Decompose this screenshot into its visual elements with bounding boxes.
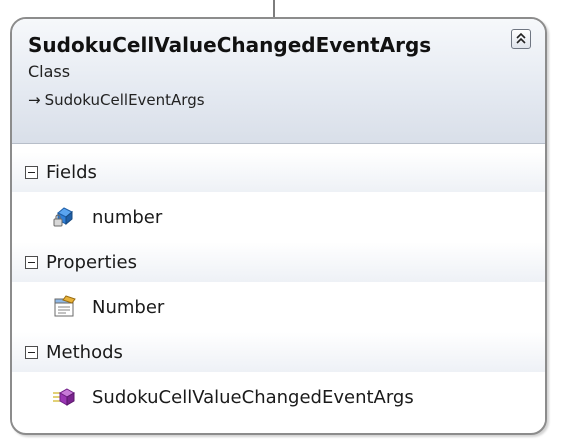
protected-field-icon xyxy=(52,204,78,230)
class-shape[interactable]: SudokuCellValueChangedEventArgs Class → S… xyxy=(10,17,547,435)
section-label-methods: Methods xyxy=(46,341,123,363)
double-chevron-up-icon xyxy=(516,32,526,44)
collapse-button[interactable] xyxy=(511,29,531,49)
collapse-toggle-icon[interactable] xyxy=(25,345,38,359)
member-label-field: number xyxy=(92,206,163,228)
base-type-line: → SudokuCellEventArgs xyxy=(28,89,545,111)
inheritance-arrow-icon: → xyxy=(28,91,41,109)
class-diagram-canvas: SudokuCellValueChangedEventArgs Class → S… xyxy=(0,0,561,447)
member-row-property[interactable]: Number xyxy=(12,282,545,332)
member-row-field[interactable]: number xyxy=(12,192,545,242)
section-label-properties: Properties xyxy=(46,251,137,273)
class-kind: Class xyxy=(28,62,71,81)
class-name: SudokuCellValueChangedEventArgs xyxy=(28,33,432,57)
member-label-method: SudokuCellValueChangedEventArgs xyxy=(92,386,414,408)
section-header-properties[interactable]: Properties xyxy=(12,242,545,282)
section-header-methods[interactable]: Methods xyxy=(12,332,545,372)
section-header-fields[interactable]: Fields xyxy=(12,152,545,192)
collapse-toggle-icon[interactable] xyxy=(25,165,38,179)
section-label-fields: Fields xyxy=(46,161,97,183)
collapse-toggle-icon[interactable] xyxy=(25,255,38,269)
constructor-method-icon xyxy=(52,384,78,410)
class-members: Fields number Properties Number Methods … xyxy=(12,144,545,422)
property-icon xyxy=(52,294,78,320)
member-row-method[interactable]: SudokuCellValueChangedEventArgs xyxy=(12,372,545,422)
base-type-name: SudokuCellEventArgs xyxy=(44,91,205,109)
class-header[interactable]: SudokuCellValueChangedEventArgs Class → S… xyxy=(12,19,545,144)
member-label-property: Number xyxy=(92,296,165,318)
